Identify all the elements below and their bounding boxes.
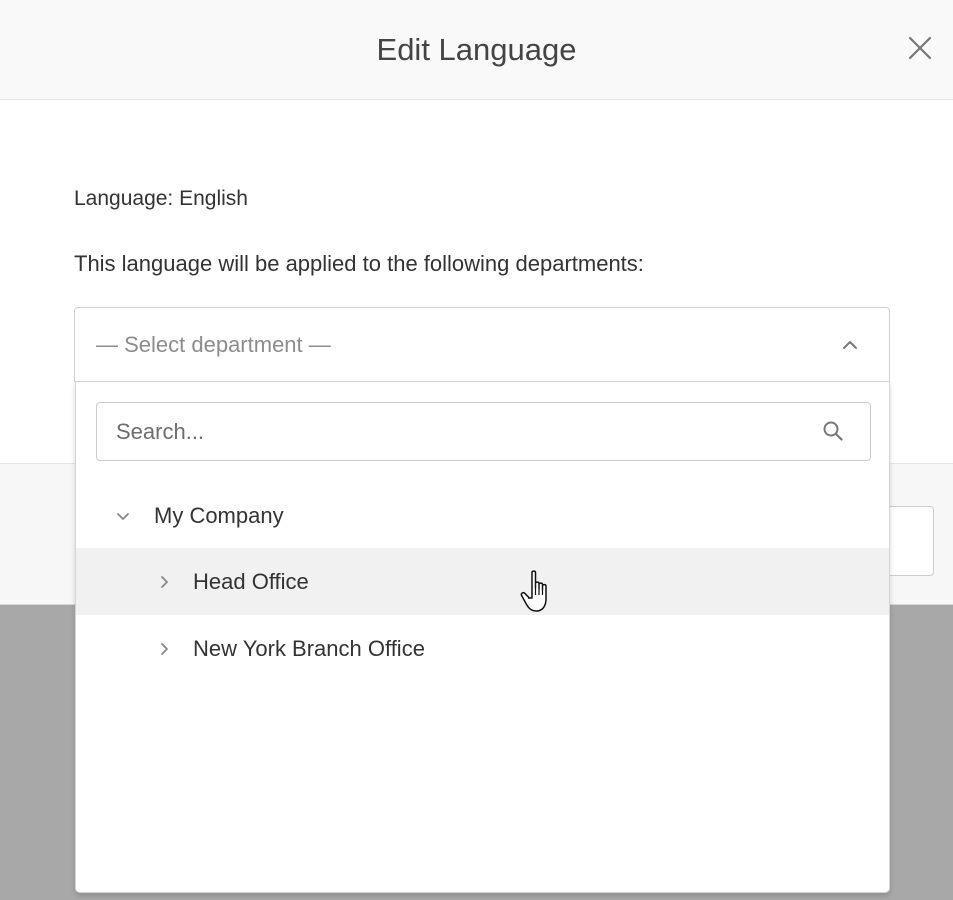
tree-item-head-office[interactable]: Head Office bbox=[76, 548, 889, 615]
tree-item-my-company[interactable]: My Company bbox=[76, 482, 889, 549]
department-dropdown: My Company Head Office New York Branch O… bbox=[75, 381, 890, 893]
departments-description: This language will be applied to the fol… bbox=[74, 251, 644, 276]
tree-item-label: Head Office bbox=[193, 569, 309, 594]
chevron-right-icon[interactable] bbox=[154, 548, 174, 615]
chevron-down-icon[interactable] bbox=[113, 482, 133, 549]
department-select[interactable]: — Select department — bbox=[74, 307, 890, 382]
close-icon bbox=[908, 36, 932, 60]
chevron-right-icon[interactable] bbox=[154, 615, 174, 682]
department-select-placeholder: — Select department — bbox=[96, 332, 331, 357]
department-search-box bbox=[96, 402, 871, 461]
close-button[interactable] bbox=[898, 26, 942, 70]
language-label: Language: English bbox=[74, 187, 248, 210]
department-search-input[interactable] bbox=[97, 403, 797, 460]
search-icon[interactable] bbox=[821, 419, 845, 443]
tree-item-label: New York Branch Office bbox=[193, 636, 425, 661]
hand-pointer-cursor-icon bbox=[520, 570, 547, 612]
chevron-up-icon bbox=[843, 341, 857, 349]
modal-title: Edit Language bbox=[376, 32, 577, 67]
modal-header: Edit Language bbox=[0, 0, 953, 100]
tree-item-new-york-branch-office[interactable]: New York Branch Office bbox=[76, 615, 889, 682]
tree-item-label: My Company bbox=[154, 503, 284, 528]
